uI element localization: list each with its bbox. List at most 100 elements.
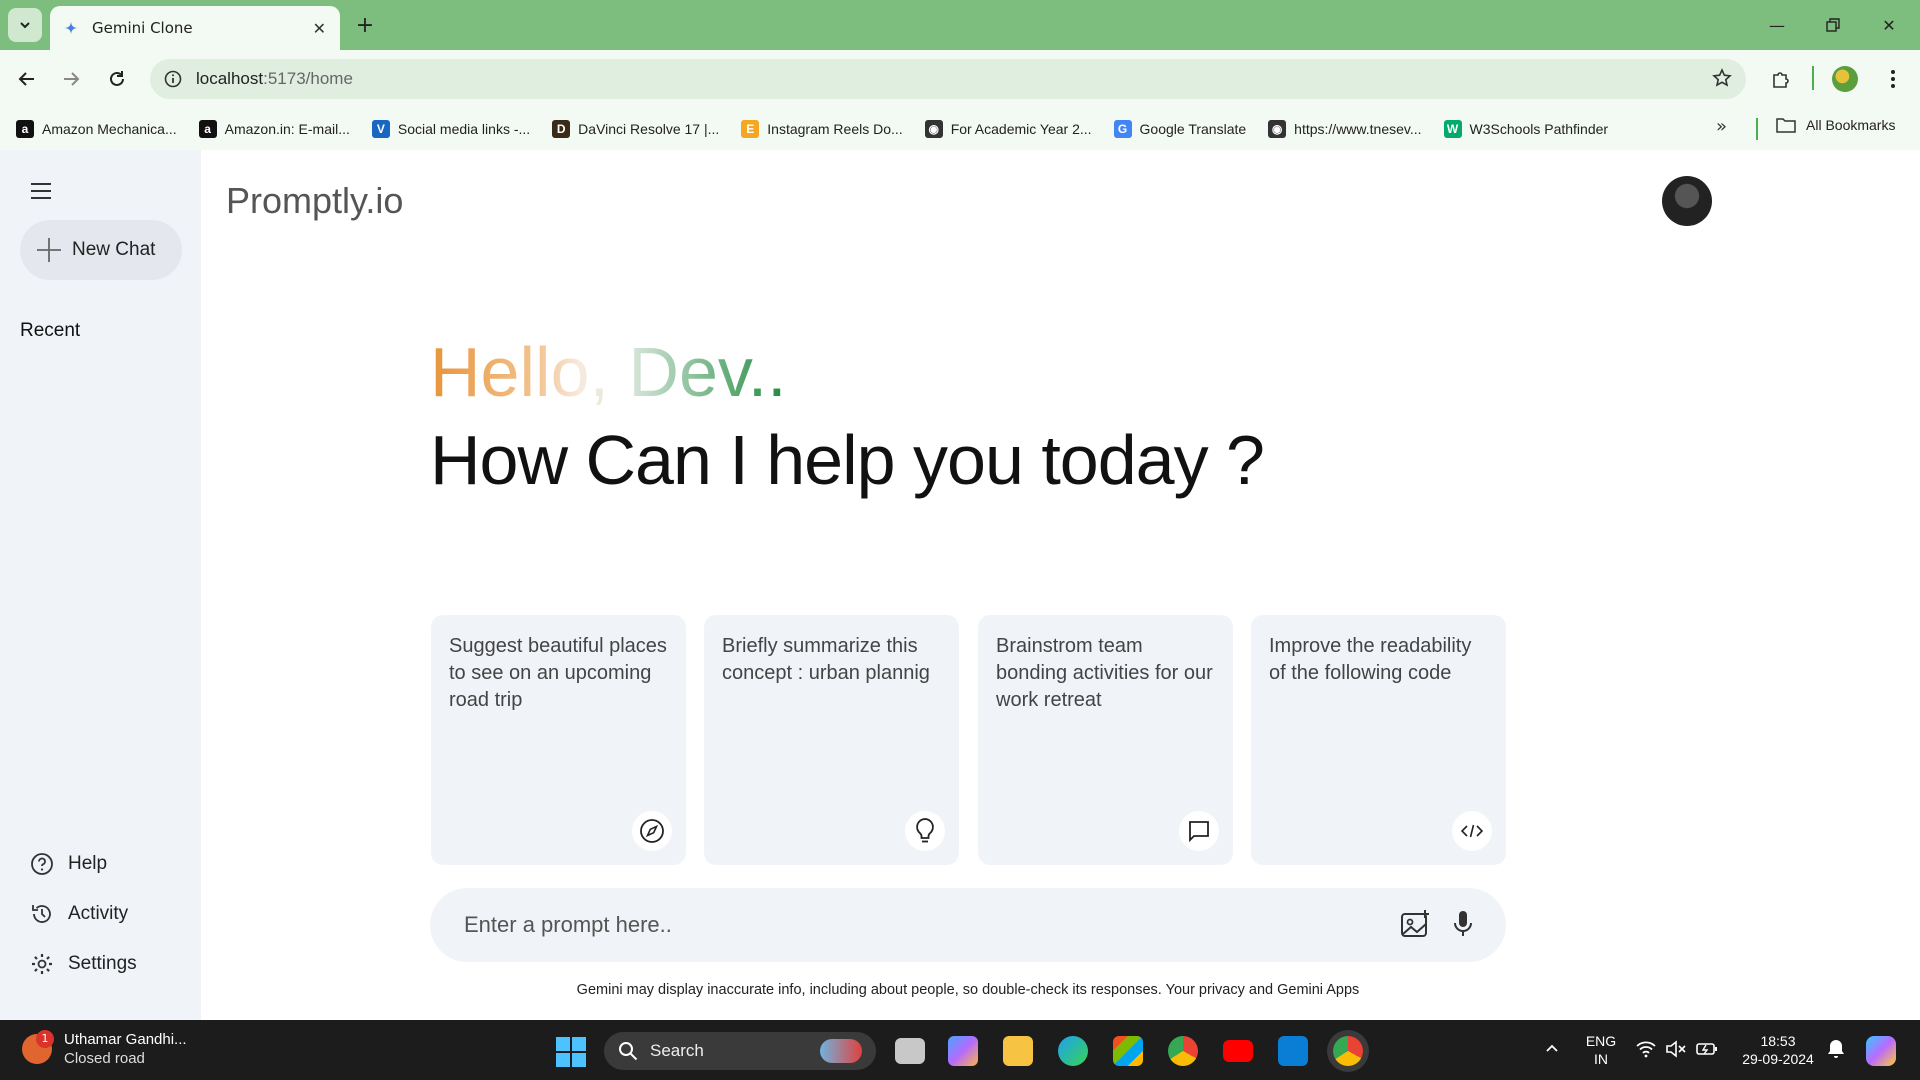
show-hidden-icons[interactable] [1544,1040,1560,1056]
bookmark-item[interactable]: E Instagram Reels Do... [741,120,903,138]
back-button[interactable] [12,64,42,94]
back-arrow-icon [18,72,34,86]
bookmark-star-icon[interactable] [1712,68,1732,88]
hamburger-menu-icon[interactable] [30,182,52,200]
bookmarks-divider [1756,118,1758,140]
traffic-alert-icon: 1 [22,1030,54,1064]
bookmark-item[interactable]: W W3Schools Pathfinder [1443,120,1609,138]
prompt-bar [430,888,1506,962]
bookmark-item[interactable]: ◉ For Academic Year 2... [924,120,1092,138]
reload-button[interactable] [102,64,132,94]
bookmark-item[interactable]: V Social media links -... [371,120,530,138]
weather-title: Uthamar Gandhi... [64,1031,187,1048]
settings-label: Settings [68,953,137,974]
system-tray[interactable] [1636,1040,1718,1058]
bookmark-label: Amazon Mechanica... [42,121,177,137]
youtube-icon[interactable] [1223,1040,1253,1062]
browser-menu-button[interactable] [1878,64,1908,94]
address-bar[interactable]: localhost:5173/home [150,59,1746,99]
bookmark-label: Google Translate [1139,121,1247,137]
puzzle-icon [1773,72,1789,88]
suggestion-text: Suggest beautiful places to see on an up… [449,635,667,711]
history-icon [32,905,51,923]
greeting-subtitle: How Can I help you today ? [430,421,1265,499]
close-window-button[interactable]: ✕ [1874,10,1904,40]
profile-avatar-icon [1832,66,1858,92]
prompt-input[interactable] [464,908,1344,942]
wifi-icon [1636,1041,1656,1058]
browser-tab-active[interactable]: Gemini Clone ✕ [50,6,340,50]
bookmark-label: W3Schools Pathfinder [1469,121,1609,137]
settings-button[interactable]: Settings [30,952,137,976]
new-tab-button[interactable]: + [352,12,378,38]
battery-icon [1696,1043,1717,1055]
amazon-icon: a [16,120,34,138]
google-translate-icon: G [1113,120,1132,138]
bookmark-label: https://www.tnesev... [1294,121,1422,137]
more-bookmarks-icon[interactable]: » [1716,116,1727,137]
new-chat-button[interactable]: New Chat [20,220,182,280]
bookmark-item[interactable]: a Amazon Mechanica... [16,120,177,138]
browser-tab-bar: Gemini Clone ✕ + — ✕ [0,0,1920,50]
close-tab-icon[interactable]: ✕ [313,19,326,38]
sidebar: New Chat Recent Help Activity Settings [0,150,201,1020]
url-text[interactable]: localhost:5173/home [196,69,353,89]
task-view-icon[interactable] [895,1038,925,1064]
user-avatar[interactable] [1662,176,1712,226]
restore-button[interactable] [1818,10,1848,40]
activity-button[interactable]: Activity [30,902,128,926]
weather-subtitle: Closed road [64,1050,145,1067]
brand-title: Promptly.io [226,180,404,221]
recent-heading: Recent [20,320,81,341]
help-icon [31,853,53,875]
greeting: Hello, Dev.. [430,333,787,411]
bookmark-item[interactable]: D DaVinci Resolve 17 |... [552,120,719,138]
edge-icon[interactable] [1058,1036,1088,1066]
volume-muted-icon [1666,1040,1686,1058]
clock-date: 29-09-2024 [1742,1051,1814,1067]
file-explorer-icon[interactable] [1003,1036,1033,1066]
help-button[interactable]: Help [30,852,107,876]
tab-search-button[interactable] [8,8,42,42]
bookmark-label: For Academic Year 2... [950,121,1092,137]
minimize-button[interactable]: — [1762,10,1792,40]
store-icon[interactable] [1113,1036,1143,1066]
microphone-icon[interactable] [1452,909,1474,939]
suggestion-card[interactable]: Briefly summarize this concept : urban p… [704,615,959,865]
copilot-pre-icon[interactable] [1866,1036,1896,1066]
profile-button[interactable] [1830,64,1860,94]
suggestion-card[interactable]: Suggest beautiful places to see on an up… [431,615,686,865]
suggestion-card[interactable]: Brainstrom team bonding activities for o… [978,615,1233,865]
bookmark-item[interactable]: ◉ https://www.tnesev... [1268,120,1422,138]
extensions-button[interactable] [1766,64,1796,94]
vuetify-icon: V [371,120,390,138]
restore-icon [1826,18,1840,32]
search-label: Search [650,1041,704,1060]
bookmark-item[interactable]: a Amazon.in: E-mail... [198,120,350,138]
notification-badge: 1 [36,1030,54,1048]
help-label: Help [68,853,108,874]
site-info-icon[interactable] [162,68,184,90]
code-icon [1452,811,1492,851]
bookmark-item[interactable]: G Google Translate [1113,120,1247,138]
chrome-active-icon[interactable] [1333,1036,1363,1066]
forward-arrow-icon [64,72,80,86]
suggestion-card[interactable]: Improve the readability of the following… [1251,615,1506,865]
forward-button[interactable] [56,64,86,94]
clock[interactable]: 18:53 29-09-2024 [1736,1032,1820,1068]
all-bookmarks-button[interactable]: All Bookmarks [1776,117,1895,133]
globe-icon: ◉ [1268,120,1287,138]
notifications-bell-icon[interactable] [1826,1038,1846,1060]
weather-widget[interactable]: 1 Uthamar Gandhi... Closed road [22,1030,187,1068]
disclaimer-text: Gemini may display inaccurate info, incl… [576,982,1360,998]
windows-start-icon[interactable] [556,1037,586,1067]
gear-icon [32,954,52,974]
copilot-icon[interactable] [948,1036,978,1066]
language-indicator[interactable]: ENG IN [1584,1032,1618,1068]
vscode-icon[interactable] [1278,1036,1308,1066]
taskbar-search-box[interactable]: Search [604,1032,876,1070]
image-upload-icon[interactable] [1400,909,1432,939]
kebab-menu-icon [1891,70,1895,88]
chrome-icon[interactable] [1168,1036,1198,1066]
chevron-down-icon [20,22,30,29]
